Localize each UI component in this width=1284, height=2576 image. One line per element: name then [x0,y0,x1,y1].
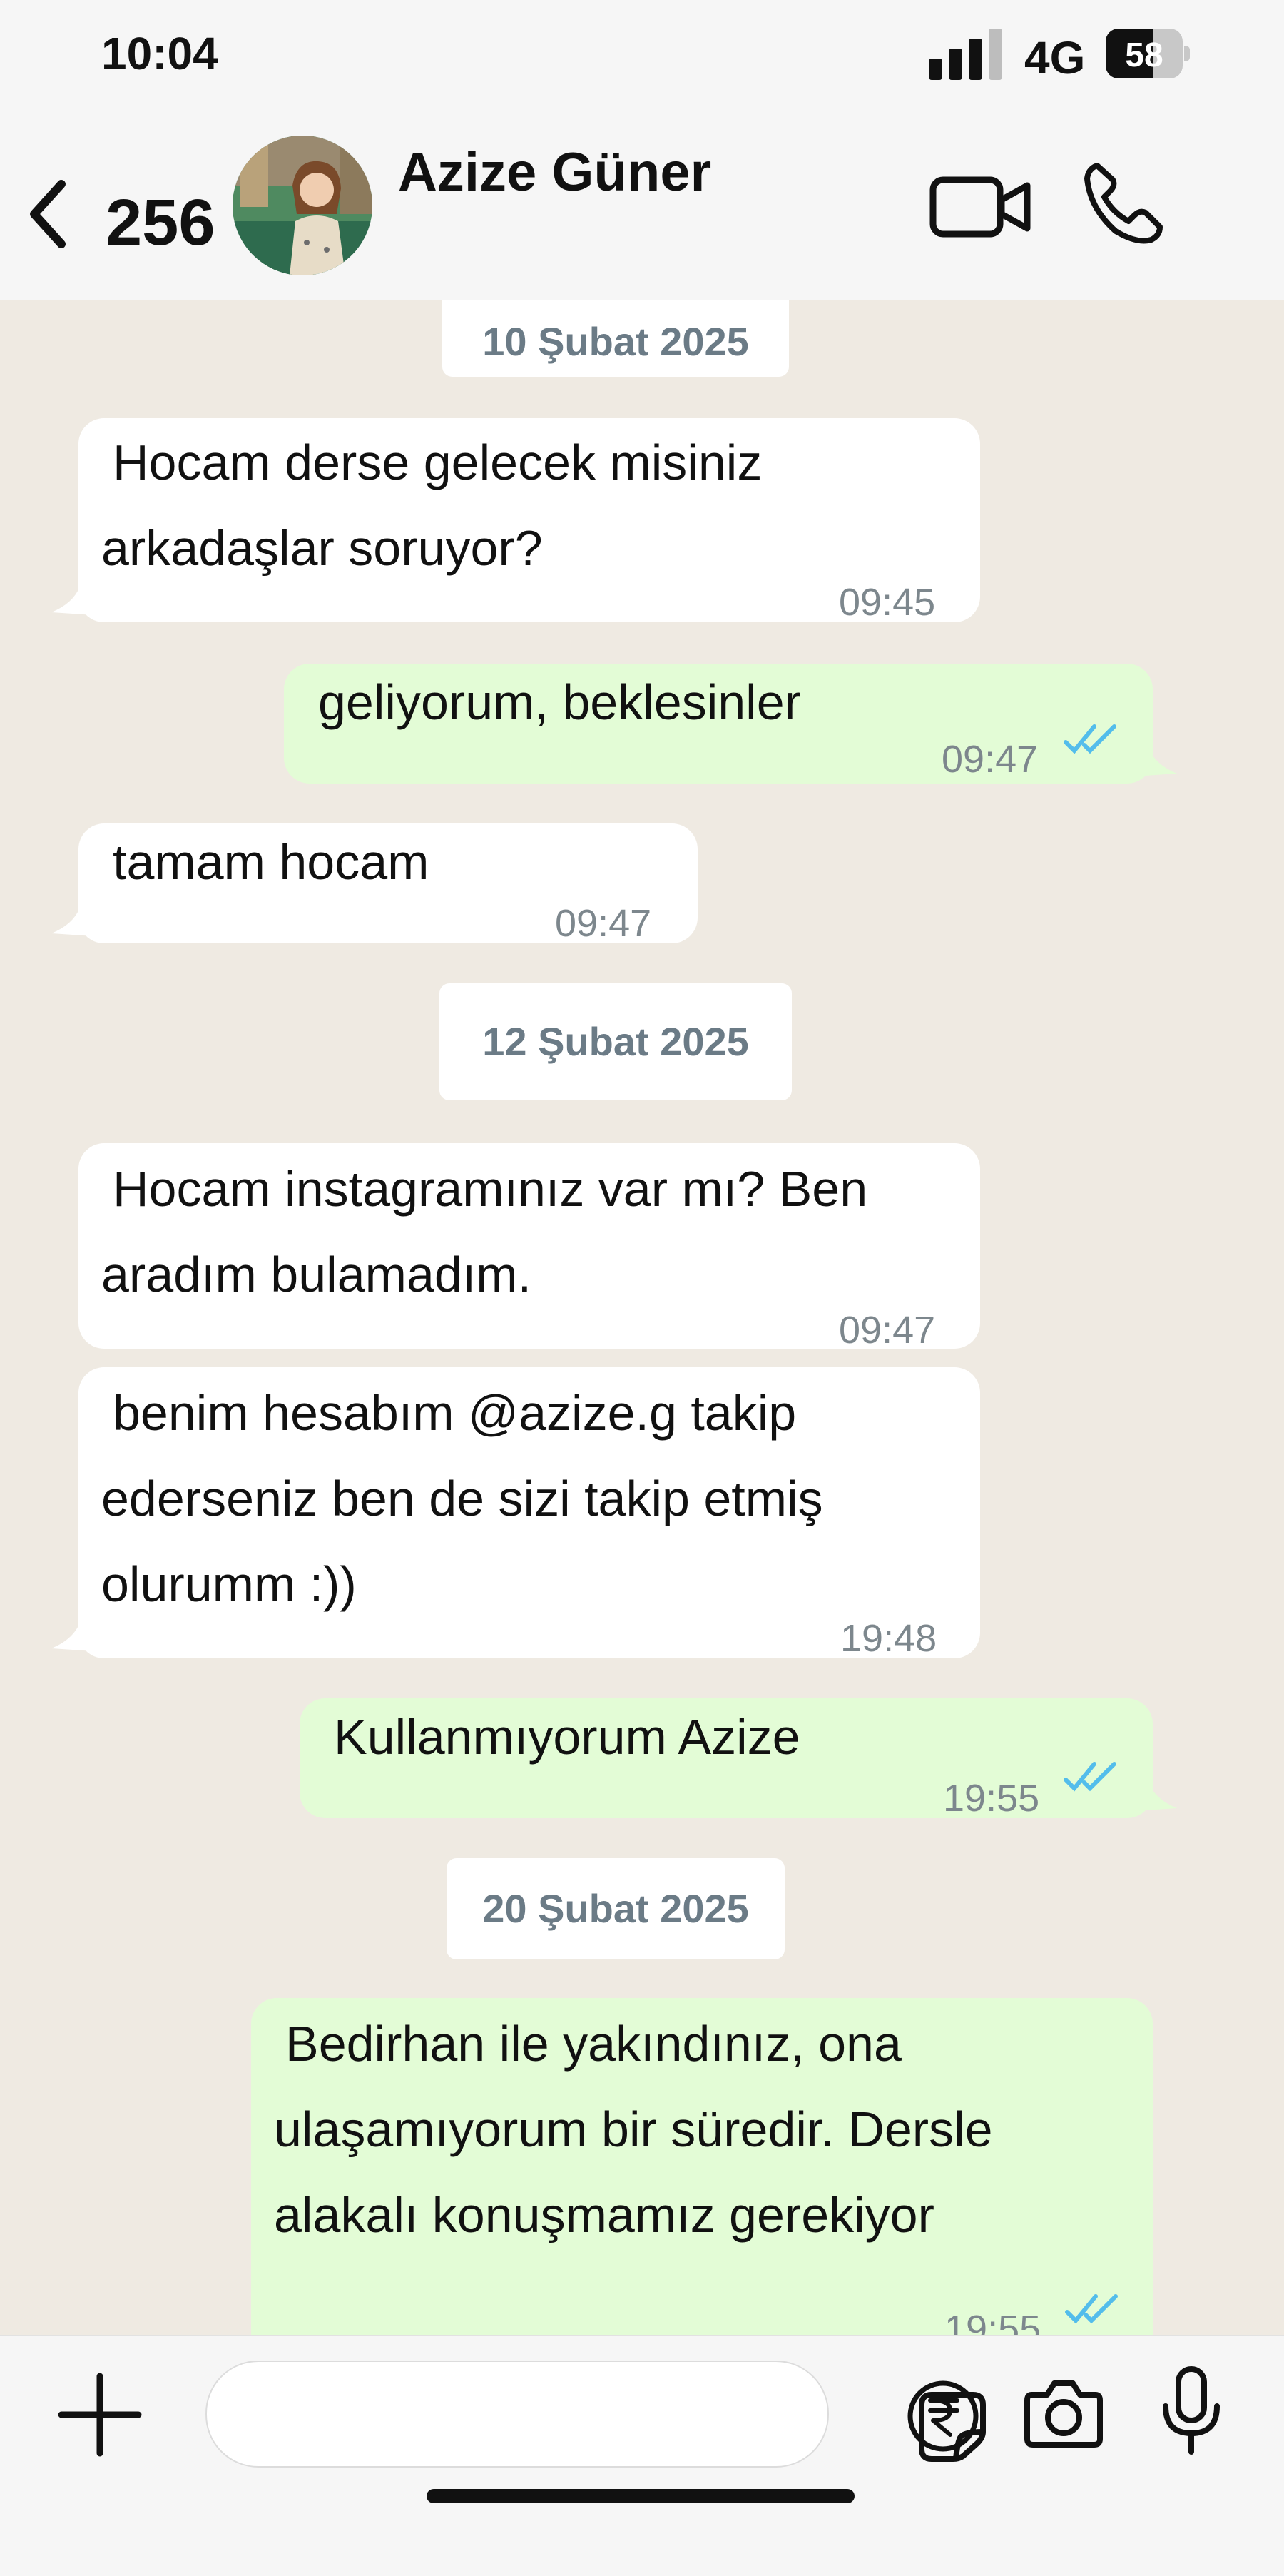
message-text: Hocam instagramınız var mı? Ben aradım b… [101,1146,952,1317]
message-line: ederseniz ben de sizi takip etmiş [101,1471,823,1526]
bubble-tail [51,1623,94,1651]
message-time: 09:47 [839,1309,936,1352]
signal-strength-icon [929,29,1009,80]
incoming-message[interactable]: Hocam instagramınız var mı? Ben aradım b… [78,1143,980,1352]
incoming-message[interactable]: tamam hocam 09:47 [78,823,698,945]
status-time: 10:04 [101,28,218,79]
message-text: benim hesabım @azize.g takip ederseniz b… [101,1370,952,1627]
message-time: 09:47 [942,738,1039,781]
outgoing-message[interactable]: Kullanmıyorum Azize 19:55 [300,1698,1153,1820]
outgoing-message[interactable]: geliyorum, beklesinler 09:47 [284,664,1153,784]
message-line: Bedirhan ile yakındınız, ona [285,2016,902,2072]
date-separator: 12 Şubat 2025 [439,983,792,1100]
message-input[interactable] [205,2361,986,2468]
message-line: olurumm :)) [101,1556,357,1612]
message-line: Hocam derse gelecek misiniz [113,435,763,490]
status-bar: 10:04 4G 58 [0,0,1284,107]
contact-name[interactable]: Azize Güner [398,141,711,203]
attach-button[interactable] [56,2370,144,2459]
read-receipt-icon [1064,724,1116,754]
camera-icon [1024,2380,1103,2448]
message-line: arkadaşlar soruyor? [101,520,543,576]
back-button[interactable]: 256 [21,164,228,259]
microphone-button[interactable] [1156,2365,1227,2458]
message-time: 19:48 [840,1617,937,1660]
voice-call-button[interactable] [1077,156,1170,248]
microphone-icon [1163,2366,1220,2455]
incoming-message[interactable]: Hocam derse gelecek misiniz arkadaşlar s… [78,418,980,624]
phone-icon [1084,163,1163,244]
plus-icon [58,2373,142,2457]
chat-messages[interactable]: 10 Şubat 2025 Hocam derse gelecek misini… [0,300,1284,2335]
input-bar [0,2335,1284,2576]
message-line: Hocam instagramınız var mı? Ben [113,1161,868,1217]
bubble-tail [51,908,94,936]
message-time: 19:55 [943,1777,1040,1820]
bubble-tail [1134,748,1177,776]
avatar[interactable] [233,136,372,275]
outgoing-message[interactable]: Bedirhan ile yakındınız, ona ulaşamıyoru… [251,1998,1153,2335]
incoming-message[interactable]: benim hesabım @azize.g takip ederseniz b… [78,1367,980,1660]
date-separator: 10 Şubat 2025 [442,300,789,377]
unread-count: 256 [106,186,215,259]
message-line: alakalı konuşmamız gerekiyor [274,2187,934,2243]
chat-header: 256 Azize Güner [0,107,1284,301]
video-call-icon [929,176,1031,238]
battery-icon: 58 [1106,29,1191,78]
read-receipt-icon [1064,1762,1116,1792]
message-time: 19:55 [944,2308,1041,2335]
rupee-icon [907,2380,979,2452]
date-separator: 20 Şubat 2025 [447,1858,785,1959]
camera-button[interactable] [1021,2373,1106,2452]
message-time: 09:47 [555,902,652,945]
read-receipt-icon [1065,2294,1118,2324]
bubble-tail [1134,1783,1177,1811]
date-label: 12 Şubat 2025 [482,1019,749,1064]
date-label: 20 Şubat 2025 [482,1886,749,1931]
message-line: ulaşamıyorum bir süredir. Dersle [274,2101,993,2157]
message-text: Bedirhan ile yakındınız, ona ulaşamıyoru… [274,2001,1124,2258]
home-indicator[interactable] [427,2489,855,2503]
avatar-photo [233,136,372,275]
bubble-tail [51,587,94,615]
network-type: 4G [1024,32,1086,83]
payment-button[interactable] [905,2378,982,2455]
video-call-button[interactable] [927,164,1034,250]
message-line: benim hesabım @azize.g takip [113,1385,797,1441]
message-line: aradım bulamadım. [101,1247,532,1302]
chevron-left-icon [30,180,66,248]
message-text: Hocam derse gelecek misiniz arkadaşlar s… [101,420,952,591]
date-label: 10 Şubat 2025 [482,319,749,364]
battery-level: 58 [1125,36,1163,74]
message-time: 09:45 [839,581,936,624]
